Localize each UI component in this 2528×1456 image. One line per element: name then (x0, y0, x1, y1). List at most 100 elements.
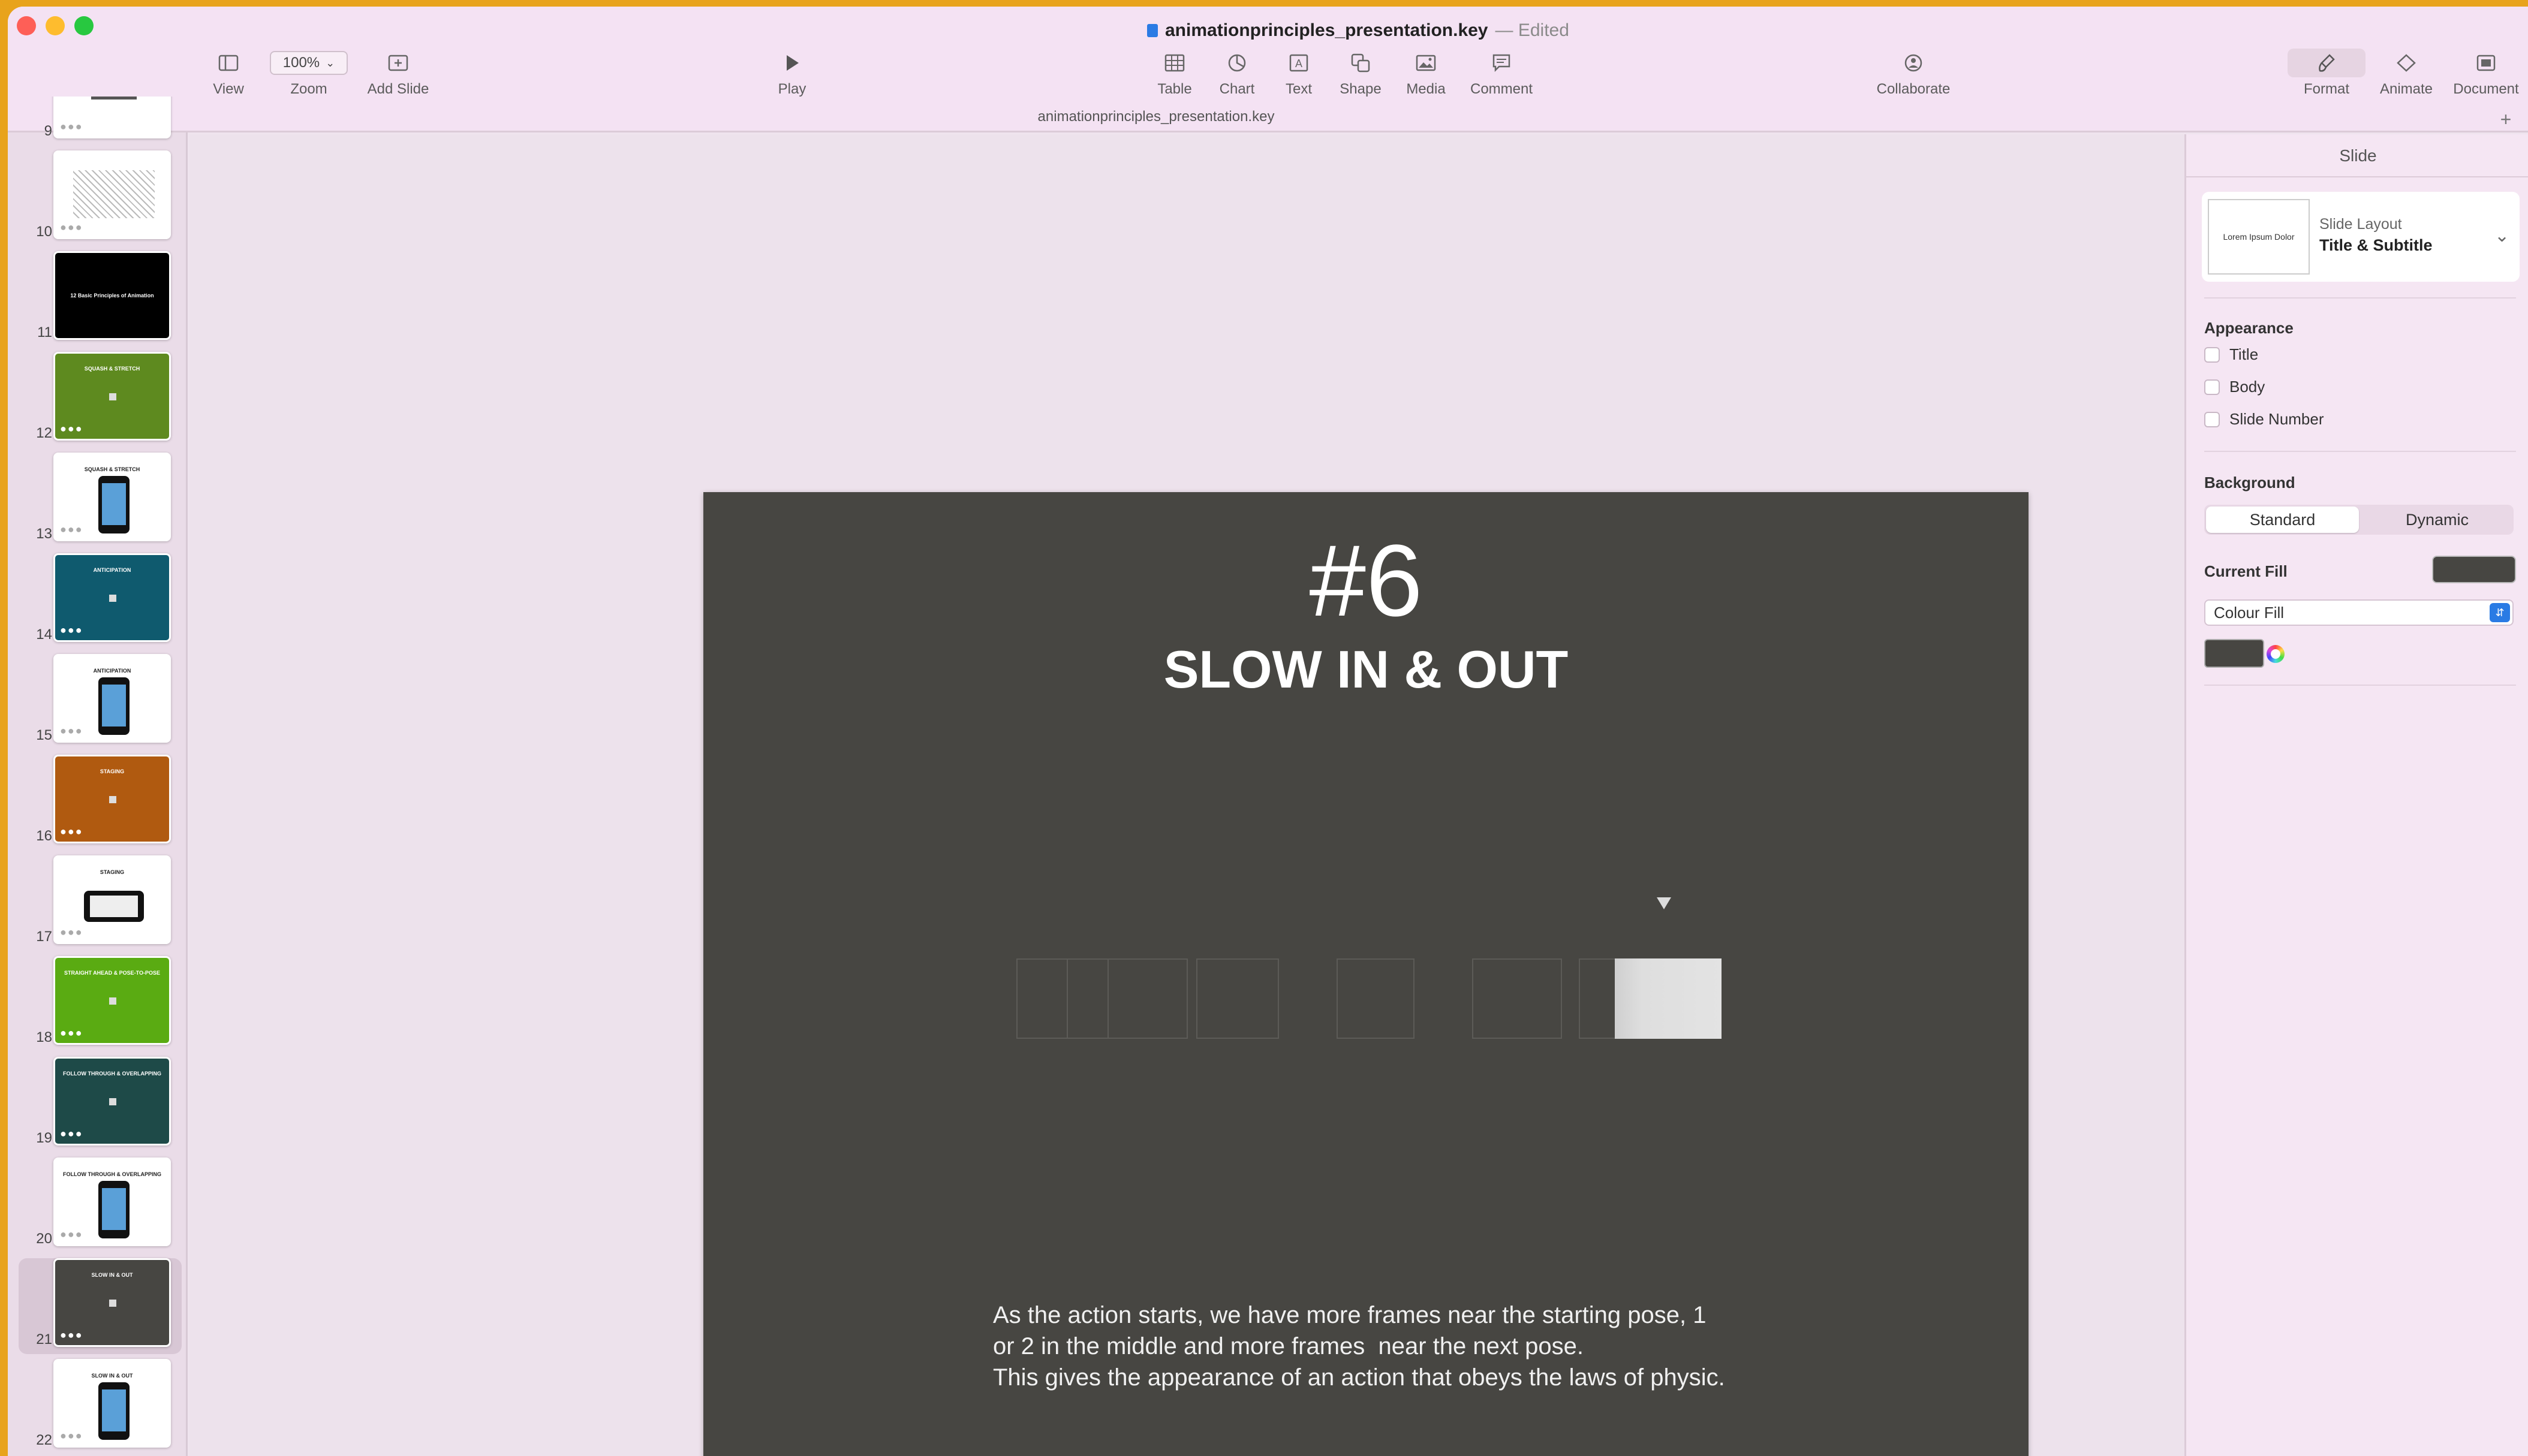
build-indicator-icon: ●●● (60, 523, 83, 535)
media-icon (1396, 49, 1456, 77)
chart-button[interactable]: Chart (1207, 49, 1267, 108)
build-indicator-icon: ●●● (60, 825, 83, 837)
media-button[interactable]: Media (1396, 49, 1456, 108)
slide-number-label: 14 (36, 626, 52, 643)
slide-thumbnail-row[interactable]: STRAIGHT AHEAD & POSE-TO-POSE ●●● 18 (8, 956, 188, 1052)
color-wheel-icon[interactable] (2267, 645, 2285, 663)
play-button[interactable]: Play (762, 49, 822, 108)
document-button[interactable]: Document (2447, 49, 2525, 108)
slide-body-text[interactable]: As the action starts, we have more frame… (993, 1300, 1772, 1393)
inspector-tab-slide[interactable]: Slide (2186, 146, 2528, 165)
slide-number-label: 13 (36, 526, 52, 542)
build-indicator-icon: ●●● (60, 1430, 83, 1442)
chevron-down-icon: ⌄ (2494, 226, 2510, 246)
slide-thumbnail-row[interactable]: SQUASH & STRETCH ●●● 13 (8, 453, 188, 548)
format-button[interactable]: Format (2288, 49, 2366, 108)
slide-navigator[interactable]: ●●● 9 ●●● 10 12 Basic Principles of Animatio… (8, 97, 188, 1456)
ghost-frame (1337, 958, 1415, 1039)
slide-number-label: 18 (36, 1029, 52, 1045)
collaborate-icon (1868, 49, 1958, 77)
new-tab-button[interactable]: + (2494, 108, 2518, 130)
thumbnail-shape (109, 1300, 116, 1307)
slide-number-heading[interactable]: #6 (703, 522, 2029, 640)
slide-number-checkbox-label: Slide Number (2229, 410, 2324, 428)
sidebar-icon (198, 49, 258, 77)
slide-number-checkbox-row[interactable]: Slide Number (2204, 410, 2324, 429)
document-tab[interactable]: animationprinciples_presentation.key (188, 108, 2124, 125)
slide-thumbnail-row[interactable]: SLOW IN & OUT ●●● 22 (8, 1359, 188, 1455)
slide-thumbnail[interactable]: SQUASH & STRETCH ●●● (53, 453, 171, 541)
body-checkbox-row[interactable]: Body (2204, 378, 2265, 396)
slide-number-checkbox[interactable] (2204, 411, 2220, 427)
slide-thumbnail-row[interactable]: ANTICIPATION ●●● 15 (8, 654, 188, 750)
format-inspector: Slide Lorem Ipsum Dolor Slide Layout Tit… (2184, 134, 2528, 1456)
animate-icon (2370, 49, 2442, 77)
slide-thumbnail-row[interactable]: SLOW IN & OUT ●●● 21 (19, 1258, 182, 1354)
shape-button[interactable]: Shape (1331, 49, 1391, 108)
slide-thumbnail-row[interactable]: ●●● 9 (8, 97, 188, 146)
thumbnail-phone-image (98, 476, 130, 533)
current-fill-swatch[interactable] (2432, 556, 2516, 583)
slide-thumbnail[interactable]: ANTICIPATION ●●● (53, 654, 171, 743)
thumbnail-sketch (73, 170, 155, 218)
maximize-window-button[interactable] (74, 16, 94, 35)
fill-type-select[interactable]: Colour Fill ⇵ (2204, 599, 2514, 626)
minimize-window-button[interactable] (46, 16, 65, 35)
slide-thumbnail[interactable]: FOLLOW THROUGH & OVERLAPPING ●●● (53, 1157, 171, 1246)
play-label: Play (778, 81, 806, 97)
slide-thumbnail[interactable]: STRAIGHT AHEAD & POSE-TO-POSE ●●● (53, 956, 171, 1045)
zoom-dropdown[interactable]: 100% ⌄ (270, 51, 348, 75)
zoom-value: 100% (282, 55, 320, 71)
close-window-button[interactable] (17, 16, 36, 35)
table-button[interactable]: Table (1145, 49, 1205, 108)
background-mode-segmented-control[interactable]: Standard Dynamic (2204, 505, 2514, 535)
title-checkbox-row[interactable]: Title (2204, 345, 2258, 364)
slide-thumbnail-row[interactable]: FOLLOW THROUGH & OVERLAPPING ●●● 20 (8, 1157, 188, 1253)
zoom-control[interactable]: 100% ⌄ Zoom (264, 49, 354, 108)
slide-thumbnail-row[interactable]: 12 Basic Principles of Animation 11 (8, 251, 188, 347)
divider (2186, 176, 2528, 177)
add-slide-button[interactable]: Add Slide (359, 49, 437, 108)
slide-thumbnail[interactable]: 12 Basic Principles of Animation (53, 251, 171, 340)
slide-number-label: 22 (36, 1432, 52, 1448)
view-button[interactable]: View (198, 49, 258, 108)
comment-button[interactable]: Comment (1462, 49, 1540, 108)
slide-title[interactable]: SLOW IN & OUT (703, 639, 2029, 700)
thumbnail-phone-image (98, 677, 130, 735)
slide-thumbnail-row[interactable]: STAGING ●●● 16 (8, 755, 188, 851)
body-checkbox[interactable] (2204, 379, 2220, 395)
collaborate-button[interactable]: Collaborate (1868, 49, 1958, 108)
standard-segment[interactable]: Standard (2206, 507, 2359, 533)
fill-color-well[interactable] (2204, 639, 2264, 668)
build-indicator-icon: ●●● (60, 221, 83, 233)
slide-thumbnail[interactable]: SLOW IN & OUT ●●● (53, 1258, 171, 1347)
view-label: View (213, 81, 244, 97)
slide-thumbnail[interactable]: ANTICIPATION ●●● (53, 553, 171, 642)
slide-thumbnail-row[interactable]: FOLLOW THROUGH & OVERLAPPING ●●● 19 (8, 1057, 188, 1153)
slide-thumbnail[interactable]: SQUASH & STRETCH ●●● (53, 352, 171, 441)
title-checkbox[interactable] (2204, 346, 2220, 363)
animation-path-marker[interactable] (1657, 897, 1671, 909)
slide-thumbnail-row[interactable]: ANTICIPATION ●●● 14 (8, 553, 188, 649)
slide-layout-selector[interactable]: Lorem Ipsum Dolor Slide Layout Title & S… (2202, 192, 2520, 282)
slide-thumbnail-row[interactable]: SQUASH & STRETCH ●●● 12 (8, 352, 188, 448)
slide-thumbnail[interactable]: SLOW IN & OUT ●●● (53, 1359, 171, 1448)
slide-thumbnail-row[interactable]: ●●● 10 (8, 150, 188, 246)
slide-thumbnail[interactable]: FOLLOW THROUGH & OVERLAPPING ●●● (53, 1057, 171, 1145)
slide-thumbnail[interactable]: STAGING ●●● (53, 855, 171, 944)
slide-thumbnail-row[interactable]: STAGING ●●● 17 (8, 855, 188, 951)
slide-thumbnail[interactable]: ●●● (53, 150, 171, 239)
current-slide[interactable]: #6 SLOW IN & OUT As the action starts, w… (703, 492, 2029, 1456)
text-button[interactable]: A Text (1269, 49, 1329, 108)
thumbnail-title: FOLLOW THROUGH & OVERLAPPING (63, 1171, 161, 1177)
slide-canvas[interactable]: #6 SLOW IN & OUT As the action starts, w… (189, 134, 2184, 1456)
slide-thumbnail[interactable]: ●●● (53, 97, 171, 138)
thumbnail-title: SLOW IN & OUT (91, 1373, 133, 1379)
slide-thumbnail[interactable]: STAGING ●●● (53, 755, 171, 843)
animated-cube[interactable] (1615, 958, 1722, 1039)
text-label: Text (1285, 81, 1312, 97)
thumbnail-shape (109, 393, 116, 400)
slide-number-label: 15 (36, 727, 52, 743)
dynamic-segment[interactable]: Dynamic (2361, 505, 2514, 535)
animate-button[interactable]: Animate (2370, 49, 2442, 108)
